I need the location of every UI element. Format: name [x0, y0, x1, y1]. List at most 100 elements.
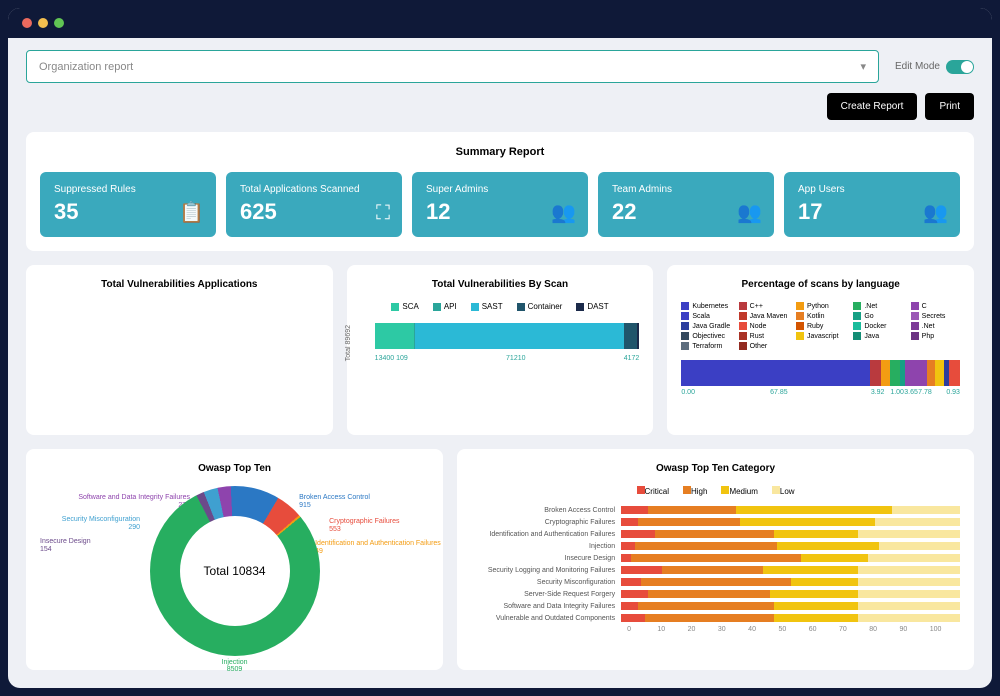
- summary-tile: Total Applications Scanned 625 ⛶: [226, 172, 402, 237]
- window-chrome: [8, 8, 992, 38]
- axis-tick: 80: [869, 626, 899, 633]
- axis-tick: 50: [778, 626, 808, 633]
- legend-item: Node: [739, 322, 788, 330]
- legend-item: Rust: [739, 332, 788, 340]
- legend-item: DAST: [576, 302, 608, 311]
- legend-item: Kotlin: [796, 312, 845, 320]
- owasp-row: Insecure Design: [471, 554, 960, 562]
- owasp-row: Security Logging and Monitoring Failures: [471, 566, 960, 574]
- legend-item: .Net: [853, 302, 902, 310]
- legend-item: Objectivec: [681, 332, 730, 340]
- tile-icon: 👥: [737, 200, 762, 225]
- legend-item: Javascript: [796, 332, 845, 340]
- legend-item: Java Gradle: [681, 322, 730, 330]
- legend-item: Other: [739, 342, 788, 350]
- owasp-row-bar: [621, 614, 960, 622]
- scan-stacked-bar: [375, 323, 640, 349]
- owasp-row-bar: [621, 554, 960, 562]
- legend-item: Java: [853, 332, 902, 340]
- owasp-row: Vulnerable and Outdated Components: [471, 614, 960, 622]
- owasp-row: Server-Side Request Forgery: [471, 590, 960, 598]
- owasp-row-bar: [621, 518, 960, 526]
- summary-tile: App Users 17 👥: [784, 172, 960, 237]
- tile-label: Suppressed Rules: [54, 184, 202, 195]
- owasp-row: Injection: [471, 542, 960, 550]
- axis-tick: 90: [900, 626, 930, 633]
- panel-owasp-category: Owasp Top Ten Category Critical High Mediu…: [457, 449, 974, 670]
- owasp-row-bar: [621, 590, 960, 598]
- create-report-button[interactable]: Create Report: [827, 93, 918, 120]
- tile-label: Super Admins: [426, 184, 574, 195]
- tile-label: Team Admins: [612, 184, 760, 195]
- chevron-down-icon: ▾: [860, 60, 866, 73]
- legend-item: Medium: [721, 486, 757, 496]
- lang-stacked-bar: [681, 360, 960, 386]
- owasp-row-label: Cryptographic Failures: [471, 519, 621, 526]
- legend-item: Low: [772, 486, 795, 496]
- owasp-row-label: Vulnerable and Outdated Components: [471, 615, 621, 622]
- legend-item: Ruby: [796, 322, 845, 330]
- owasp-row-label: Server-Side Request Forgery: [471, 591, 621, 598]
- app-window: Organization report ▾ Edit Mode Create R…: [8, 8, 992, 688]
- owasp-cat-title: Owasp Top Ten Category: [471, 463, 960, 474]
- axis-tick: 10: [657, 626, 687, 633]
- legend-item: API: [433, 302, 457, 311]
- axis-tick: 40: [748, 626, 778, 633]
- minimize-icon[interactable]: [38, 18, 48, 28]
- tile-icon: 👥: [923, 200, 948, 225]
- tile-value: 625: [240, 199, 388, 225]
- axis-tick: 20: [688, 626, 718, 633]
- lang-bar-labels: 0.00 67.85 3.92 1.00 3.65 7.78 0.93: [681, 389, 960, 396]
- donut-label-inj: Injection8509: [222, 659, 248, 674]
- owasp-row-label: Insecure Design: [471, 555, 621, 562]
- donut-label-bac: Broken Access Control915: [299, 494, 409, 509]
- owasp-row-bar: [621, 578, 960, 586]
- axis-tick: 100: [930, 626, 960, 633]
- edit-mode-label: Edit Mode: [895, 61, 940, 72]
- donut-label-sdif: Software and Data Integrity Failures271: [70, 494, 190, 509]
- owasp-row-label: Identification and Authentication Failur…: [471, 531, 621, 538]
- owasp-row-label: Software and Data Integrity Failures: [471, 603, 621, 610]
- legend-item: Secrets: [911, 312, 960, 320]
- report-select[interactable]: Organization report ▾: [26, 50, 879, 83]
- owasp-row: Software and Data Integrity Failures: [471, 602, 960, 610]
- summary-card: Summary Report Suppressed Rules 35 📋 Tot…: [26, 132, 974, 251]
- axis-tick: 60: [809, 626, 839, 633]
- owasp-row-bar: [621, 602, 960, 610]
- axis-tick: 0: [627, 626, 657, 633]
- legend-item: Critical: [637, 486, 669, 496]
- owasp-row-label: Security Logging and Monitoring Failures: [471, 567, 621, 574]
- report-select-value: Organization report: [39, 61, 133, 73]
- legend-item: SAST: [471, 302, 503, 311]
- owasp-row-bar: [621, 506, 960, 514]
- panel-vuln-scan: Total Vulnerabilities By Scan SCA API SAST…: [347, 265, 654, 435]
- owasp-row-label: Broken Access Control: [471, 507, 621, 514]
- maximize-icon[interactable]: [54, 18, 64, 28]
- owasp-row: Broken Access Control: [471, 506, 960, 514]
- owasp-row: Identification and Authentication Failur…: [471, 530, 960, 538]
- summary-tile: Super Admins 12 👥: [412, 172, 588, 237]
- donut-center-label: Total 10834: [204, 564, 266, 578]
- panel-vuln-scan-title: Total Vulnerabilities By Scan: [361, 279, 640, 290]
- panel-vuln-apps-title: Total Vulnerabilities Applications: [40, 279, 319, 290]
- donut-label-sm: Security Misconfiguration290: [40, 516, 140, 531]
- panel-lang-title: Percentage of scans by language: [681, 279, 960, 290]
- owasp-row-label: Injection: [471, 543, 621, 550]
- axis-tick: 30: [718, 626, 748, 633]
- owasp-row: Cryptographic Failures: [471, 518, 960, 526]
- summary-title: Summary Report: [40, 146, 960, 158]
- owasp-row-label: Security Misconfiguration: [471, 579, 621, 586]
- close-icon[interactable]: [22, 18, 32, 28]
- tile-icon: 👥: [551, 200, 576, 225]
- edit-mode-toggle[interactable]: [946, 60, 974, 74]
- legend-item: Go: [853, 312, 902, 320]
- legend-item: High: [683, 486, 707, 496]
- tile-label: Total Applications Scanned: [240, 184, 388, 195]
- owasp-row: Security Misconfiguration: [471, 578, 960, 586]
- legend-item: Scala: [681, 312, 730, 320]
- legend-item: SCA: [391, 302, 418, 311]
- donut-label-iaf: Identification and Authentication Failur…: [315, 540, 445, 555]
- print-button[interactable]: Print: [925, 93, 974, 120]
- legend-item: Java Maven: [739, 312, 788, 320]
- legend-item: C++: [739, 302, 788, 310]
